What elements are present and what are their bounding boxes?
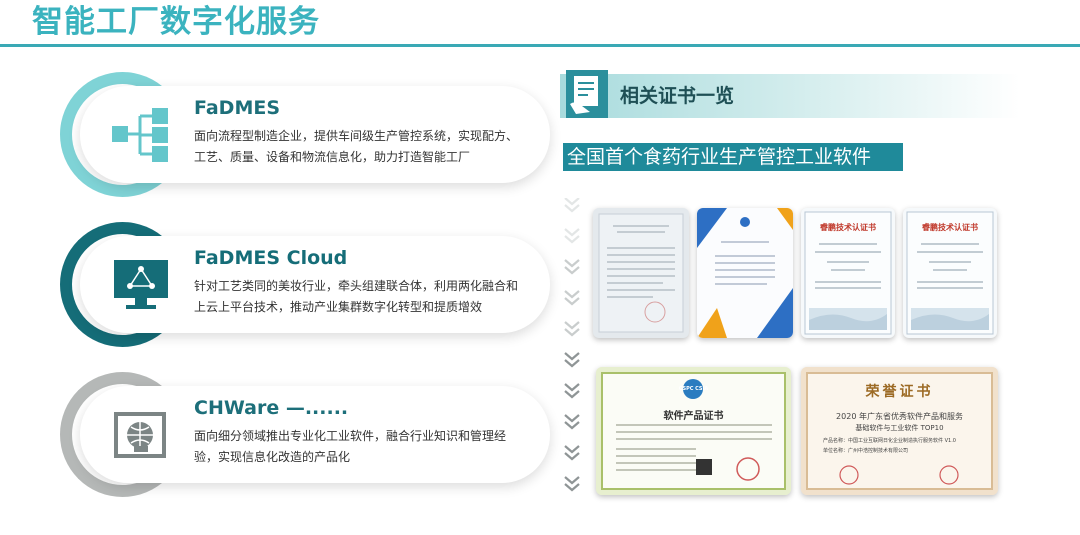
certificate-ruipeng-1[interactable]: 睿鹏技术认证书	[801, 208, 895, 338]
hierarchy-network-icon	[112, 108, 172, 162]
chevron-down-icon	[564, 359, 580, 368]
chevron-down-icon	[564, 421, 580, 430]
service-name: FaDMES Cloud	[194, 247, 348, 269]
chevron-down-icon	[564, 390, 580, 399]
service-name: FaDMES	[194, 97, 281, 119]
chevron-down-icon	[564, 483, 580, 492]
title-divider	[0, 44, 1080, 47]
service-name: CHWare —......	[194, 397, 349, 419]
certificate-software-copyright[interactable]	[593, 208, 689, 338]
service-card-chware[interactable]: CHWare —...... 面向细分领域推出专业化工业软件，融合行业知识和管理…	[60, 372, 550, 497]
certificate-ruipeng-2[interactable]: 睿鹏技术认证书	[903, 208, 997, 338]
chevron-down-icon	[564, 290, 580, 299]
certificate-title: 睿鹏技术认证书	[820, 223, 876, 232]
service-description: 面向细分领域推出专业化工业软件，融合行业知识和管理经验，实现信息化改造的产品化	[194, 429, 507, 464]
certificates-banner: 相关证书一览	[560, 70, 1020, 118]
certificate-line: 基础软件与工业软件 TOP10	[855, 424, 944, 432]
chevron-down-icon	[564, 235, 580, 244]
chevron-down-icon	[564, 259, 580, 268]
service-card-fadmes-cloud[interactable]: FaDMES Cloud 针对工艺类同的美妆行业，牵头组建联合体，利用两化融合和…	[60, 222, 550, 347]
chevron-down-icon	[564, 452, 580, 461]
certificate-blue[interactable]	[697, 208, 793, 338]
certificates-banner-label: 相关证书一览	[620, 85, 735, 107]
chevron-down-icon	[564, 445, 580, 454]
chevron-down-icon	[564, 476, 580, 485]
globe-window-icon	[112, 408, 172, 462]
chevron-down-icon	[564, 383, 580, 392]
chevron-down-icon	[564, 204, 580, 213]
certificate-honor[interactable]: 荣誉证书 2020 年广东省优秀软件产品和服务 基础软件与工业软件 TOP10 …	[801, 367, 998, 495]
certificate-title: 软件产品证书	[663, 411, 724, 422]
service-description: 针对工艺类同的美妆行业，牵头组建联合体，利用两化融合和上云上平台技术，推动产业集…	[194, 279, 519, 314]
service-card-fadmes[interactable]: FaDMES 面向流程型制造企业，提供车间级生产管控系统，实现配方、工艺、质量、…	[60, 72, 550, 197]
chevron-down-icon	[564, 352, 580, 361]
certificate-logo: CSPC CSIA	[678, 386, 709, 392]
chevron-down-icon	[564, 266, 580, 275]
page-title: 智能工厂数字化服务	[32, 4, 320, 40]
chevron-down-icon	[564, 297, 580, 306]
certificate-title: 睿鹏技术认证书	[922, 223, 978, 232]
chevron-down-icon	[564, 197, 580, 206]
certificate-line: 2020 年广东省优秀软件产品和服务	[836, 412, 963, 421]
certificates-subtitle: 全国首个食药行业生产管控工业软件	[563, 143, 903, 171]
chevron-down-icon	[564, 321, 580, 330]
service-description: 面向流程型制造企业，提供车间级生产管控系统，实现配方、工艺、质量、设备和物流信息…	[194, 129, 519, 164]
chevron-down-icon	[563, 197, 581, 503]
certificate-title: 荣誉证书	[865, 384, 934, 400]
cloud-monitor-icon	[112, 258, 172, 312]
certificate-software-product[interactable]: CSPC CSIA 软件产品证书	[596, 367, 791, 495]
chevron-down-icon	[564, 414, 580, 423]
chevron-down-icon	[564, 228, 580, 237]
certificate-document-icon	[564, 70, 608, 118]
certificate-line: 产品名称：中国工业互联网日化企业制造执行服务软件 V1.0	[823, 438, 956, 444]
certificate-line: 单位名称：广州中浩控制技术有限公司	[823, 448, 909, 454]
chevron-down-icon	[564, 328, 580, 337]
